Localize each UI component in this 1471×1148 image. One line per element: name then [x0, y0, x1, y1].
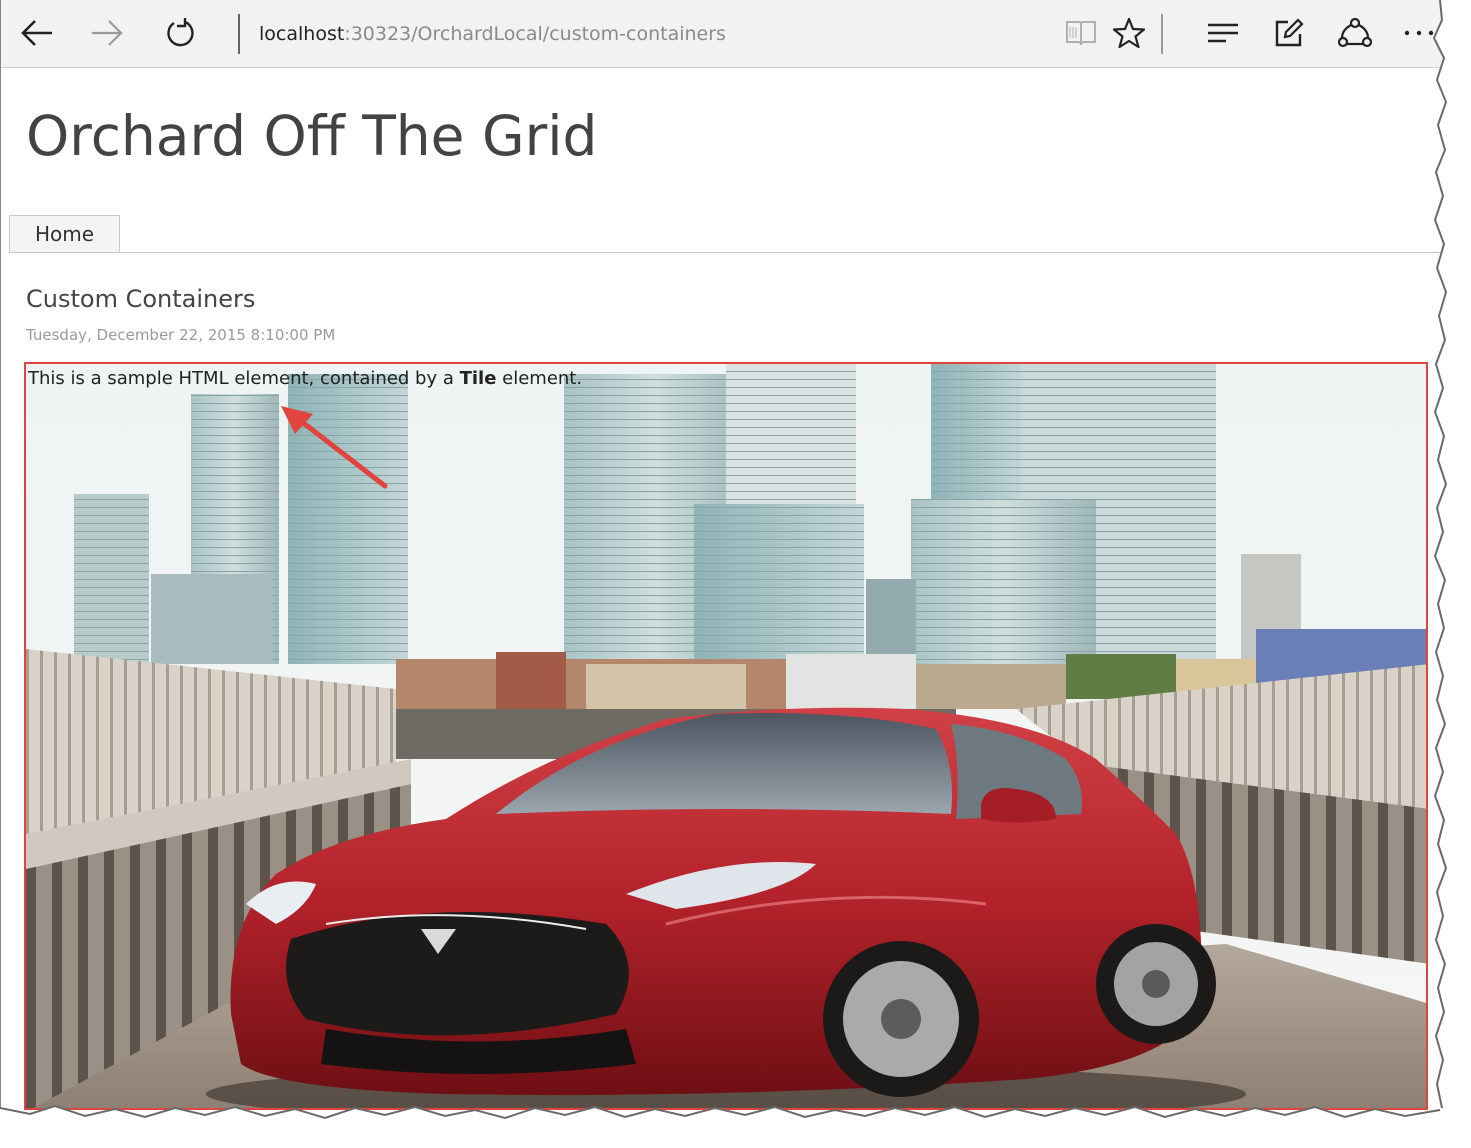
tile-text-bold: Tile: [459, 368, 497, 389]
annotation-arrow-icon: [281, 406, 388, 489]
web-note-icon[interactable]: [1269, 12, 1309, 54]
tile-element: This is a sample HTML element, contained…: [24, 362, 1428, 1110]
address-separator: [238, 14, 240, 54]
reading-view-icon[interactable]: [1061, 12, 1101, 54]
share-icon[interactable]: [1335, 12, 1375, 54]
tile-background-photo: [26, 364, 1426, 1108]
published-date: Tuesday, December 22, 2015 8:10:00 PM: [26, 326, 336, 344]
address-host: localhost: [259, 23, 345, 45]
torn-edge-bottom: [0, 1104, 1471, 1148]
forward-arrow-icon[interactable]: [87, 12, 127, 54]
refresh-icon[interactable]: [161, 12, 201, 54]
tile-html-text: This is a sample HTML element, contained…: [28, 368, 582, 389]
menu-item-home[interactable]: Home: [9, 215, 120, 252]
site-title: Orchard Off The Grid: [26, 104, 598, 168]
tile-text-before: This is a sample HTML element, contained…: [28, 368, 460, 389]
address-path: :30323/OrchardLocal/custom-containers: [344, 23, 726, 45]
toolbar-separator: [1161, 14, 1163, 54]
page-title: Custom Containers: [26, 285, 256, 313]
tile-text-after: element.: [496, 368, 583, 389]
back-arrow-icon[interactable]: [17, 12, 57, 54]
browser-toolbar: localhost:30323/OrchardLocal/custom-cont…: [1, 0, 1441, 68]
address-bar[interactable]: localhost:30323/OrchardLocal/custom-cont…: [259, 20, 726, 48]
torn-edge-right: [1428, 0, 1471, 1148]
hub-icon[interactable]: [1203, 12, 1243, 54]
main-menu: Home: [9, 215, 1441, 253]
favorite-star-icon[interactable]: [1109, 12, 1149, 54]
browser-window: localhost:30323/OrchardLocal/custom-cont…: [0, 0, 1441, 1115]
